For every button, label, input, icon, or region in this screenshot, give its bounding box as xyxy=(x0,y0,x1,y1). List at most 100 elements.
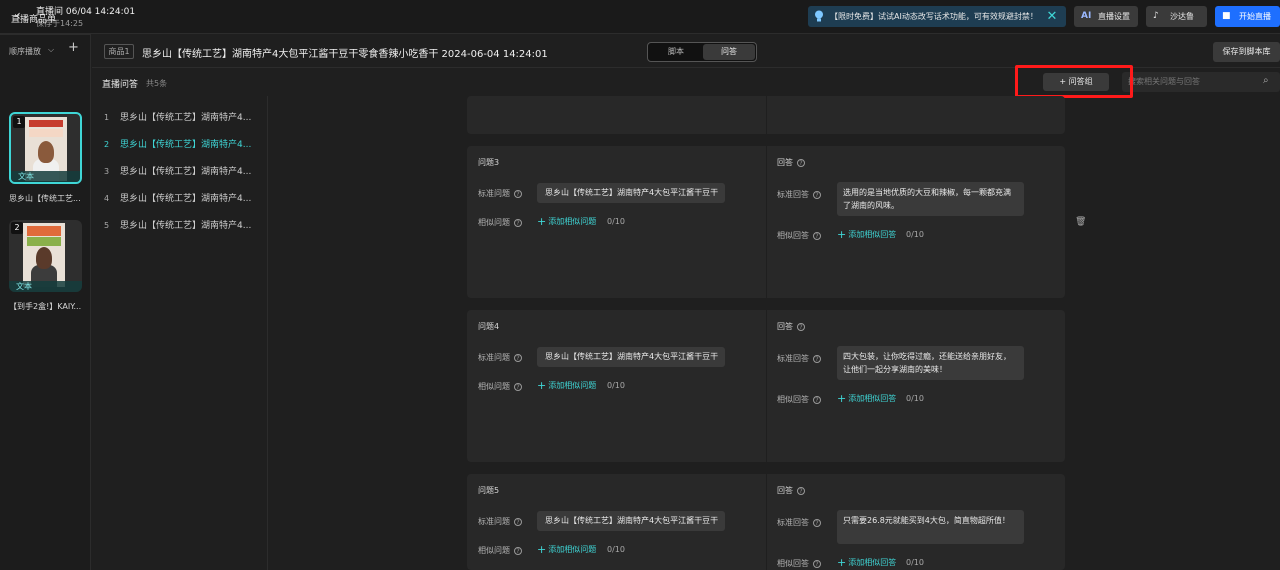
sim-answer-label-text: 相似回答 xyxy=(777,231,809,240)
std-answer-label: 标准回答? xyxy=(777,517,821,528)
answer-title-text: 回答 xyxy=(777,322,793,331)
promo-banner[interactable]: 【限时免费】试试AI动态改写话术功能，可有效规避封禁！ ✕ xyxy=(808,6,1066,27)
tab-script[interactable]: 脚本 xyxy=(650,44,702,60)
add-product-plus-icon[interactable]: + xyxy=(68,40,79,55)
sim-question-label-text: 相似问题 xyxy=(478,546,510,555)
tiktok-account-label: 沙达鲁 xyxy=(1170,12,1194,21)
help-icon[interactable]: ? xyxy=(813,190,821,199)
answer-title-text: 回答 xyxy=(777,158,793,167)
product-title: 思乡山【传统工艺】湖南特产4大包平江酱干豆干零食香辣小吃香干 2024-06-0… xyxy=(142,49,548,60)
sim-question-label: 相似问题? xyxy=(478,217,522,228)
card-type-tag: 文本 xyxy=(11,171,80,182)
product-card-caption: 思乡山【传统工艺... xyxy=(9,194,81,203)
qa-panel-3: 问题3 回答? 标准问题? 思乡山【传统工艺】湖南特产4大包平江酱干豆干 相似问… xyxy=(467,146,1065,298)
close-icon[interactable]: ✕ xyxy=(1044,6,1060,27)
divider xyxy=(0,34,91,35)
qa-section-title: 直播问答 xyxy=(102,80,139,90)
list-item-text: 思乡山【传统工艺】湖南特产4... xyxy=(120,140,252,150)
list-item[interactable]: 3 思乡山【传统工艺】湖南特产4... xyxy=(104,164,251,178)
product-list-heading: 直播商品单 xyxy=(11,15,57,25)
add-similar-question-button[interactable]: + 添加相似问题 xyxy=(537,379,596,392)
product-card-1[interactable]: 1 文本 xyxy=(9,112,82,184)
std-question-label: 标准问题? xyxy=(478,352,522,363)
list-item[interactable]: 4 思乡山【传统工艺】湖南特产4... xyxy=(104,191,251,205)
save-to-library-button[interactable]: 保存到脚本库 xyxy=(1213,42,1280,62)
help-icon[interactable]: ? xyxy=(813,518,821,527)
divider xyxy=(766,310,767,462)
add-similar-answer-button[interactable]: + 添加相似回答 xyxy=(837,556,896,569)
std-answer-field[interactable]: 四大包装，让你吃得过瘾，还能送给亲朋好友，让他们一起分享湖南的美味！ xyxy=(837,346,1024,380)
add-similar-answer-label: 添加相似回答 xyxy=(848,394,897,403)
live-settings-button[interactable]: AI 直播设置 xyxy=(1074,6,1138,27)
promo-text: 【限时免费】试试AI动态改写话术功能，可有效规避封禁！ xyxy=(830,12,1038,21)
sim-answer-label: 相似回答? xyxy=(777,230,821,241)
thumb-person-head xyxy=(36,247,52,269)
std-answer-field[interactable]: 只需要26.8元就能买到4大包，简直物超所值！ xyxy=(837,510,1024,544)
help-icon[interactable]: ? xyxy=(797,322,805,331)
answer-title: 回答? xyxy=(777,157,805,168)
tab-qa[interactable]: 问答 xyxy=(703,44,755,60)
help-icon[interactable]: ? xyxy=(514,546,522,555)
qa-search-input[interactable]: 搜索相关问题与回答 xyxy=(1122,72,1280,92)
qa-panel-4: 问题4 回答? 标准问题? 思乡山【传统工艺】湖南特产4大包平江酱干豆干 相似问… xyxy=(467,310,1065,462)
sim-question-label-text: 相似问题 xyxy=(478,382,510,391)
help-icon[interactable]: ? xyxy=(514,382,522,391)
std-question-field[interactable]: 思乡山【传统工艺】湖南特产4大包平江酱干豆干 xyxy=(537,183,725,203)
add-similar-answer-button[interactable]: + 添加相似回答 xyxy=(837,392,896,405)
answer-title-text: 回答 xyxy=(777,486,793,495)
std-answer-label: 标准回答? xyxy=(777,189,821,200)
list-item[interactable]: 2 思乡山【传统工艺】湖南特产4... xyxy=(104,137,251,151)
answer-title: 回答? xyxy=(777,485,805,496)
std-answer-label-text: 标准回答 xyxy=(777,354,809,363)
play-order-select[interactable]: 顺序播放 xyxy=(9,46,41,57)
question-title: 问题5 xyxy=(478,486,500,495)
help-icon[interactable]: ? xyxy=(797,486,805,495)
product-card-caption: 【到手2盒!】KAIY... xyxy=(9,302,82,311)
similar-answer-count: 0/10 xyxy=(906,394,924,403)
divider xyxy=(766,474,767,570)
chevron-down-icon[interactable]: ⌵ xyxy=(48,45,54,55)
product-card-2[interactable]: 2 文本 xyxy=(9,220,82,292)
help-icon[interactable]: ? xyxy=(514,189,522,198)
plus-icon: + xyxy=(837,556,847,569)
card-type-tag: 文本 xyxy=(9,281,82,292)
similar-question-count: 0/10 xyxy=(607,217,625,226)
card-number: 2 xyxy=(11,222,23,234)
add-similar-answer-button[interactable]: + 添加相似回答 xyxy=(837,228,896,241)
help-icon[interactable]: ? xyxy=(813,395,821,404)
add-similar-question-button[interactable]: + 添加相似问题 xyxy=(537,215,596,228)
start-live-button[interactable]: ■ 开始直播 xyxy=(1215,6,1280,27)
search-icon[interactable]: ⌕ xyxy=(1263,75,1269,86)
similar-question-count: 0/10 xyxy=(607,381,625,390)
ai-icon: AI xyxy=(1081,11,1092,21)
std-question-field[interactable]: 思乡山【传统工艺】湖南特产4大包平江酱干豆干 xyxy=(537,511,725,531)
plus-icon: + xyxy=(537,379,547,392)
plus-icon: + xyxy=(837,228,847,241)
help-icon[interactable]: ? xyxy=(813,559,821,568)
camera-icon: ■ xyxy=(1222,11,1231,21)
thumb-banner xyxy=(29,120,63,127)
list-item-text: 思乡山【传统工艺】湖南特产4... xyxy=(120,194,252,204)
help-icon[interactable]: ? xyxy=(514,353,522,362)
tiktok-account-button[interactable]: ♪ 沙达鲁 xyxy=(1146,6,1207,27)
help-icon[interactable]: ? xyxy=(514,218,522,227)
help-icon[interactable]: ? xyxy=(797,158,805,167)
sim-answer-label-text: 相似回答 xyxy=(777,395,809,404)
divider xyxy=(766,146,767,298)
help-icon[interactable]: ? xyxy=(813,231,821,240)
lightbulb-icon xyxy=(815,10,823,22)
help-icon[interactable]: ? xyxy=(514,517,522,526)
list-item[interactable]: 1 思乡山【传统工艺】湖南特产4... xyxy=(104,110,251,124)
std-answer-field[interactable]: 选用的是当地优质的大豆和辣椒，每一颗都充满了湖南的风味。 xyxy=(837,182,1024,216)
trash-icon[interactable]: 🗑 xyxy=(1075,217,1086,227)
add-similar-question-button[interactable]: + 添加相似问题 xyxy=(537,543,596,556)
list-item-number: 1 xyxy=(104,113,110,122)
qa-panel-5: 问题5 回答? 标准问题? 思乡山【传统工艺】湖南特产4大包平江酱干豆干 相似问… xyxy=(467,474,1065,570)
list-item[interactable]: 5 思乡山【传统工艺】湖南特产4... xyxy=(104,218,251,232)
add-similar-answer-label: 添加相似回答 xyxy=(848,558,897,567)
help-icon[interactable]: ? xyxy=(813,354,821,363)
mode-tabs: 脚本 问答 xyxy=(647,42,757,62)
std-question-field[interactable]: 思乡山【传统工艺】湖南特产4大包平江酱干豆干 xyxy=(537,347,725,367)
sim-answer-label: 相似回答? xyxy=(777,394,821,405)
std-question-label-text: 标准问题 xyxy=(478,353,510,362)
